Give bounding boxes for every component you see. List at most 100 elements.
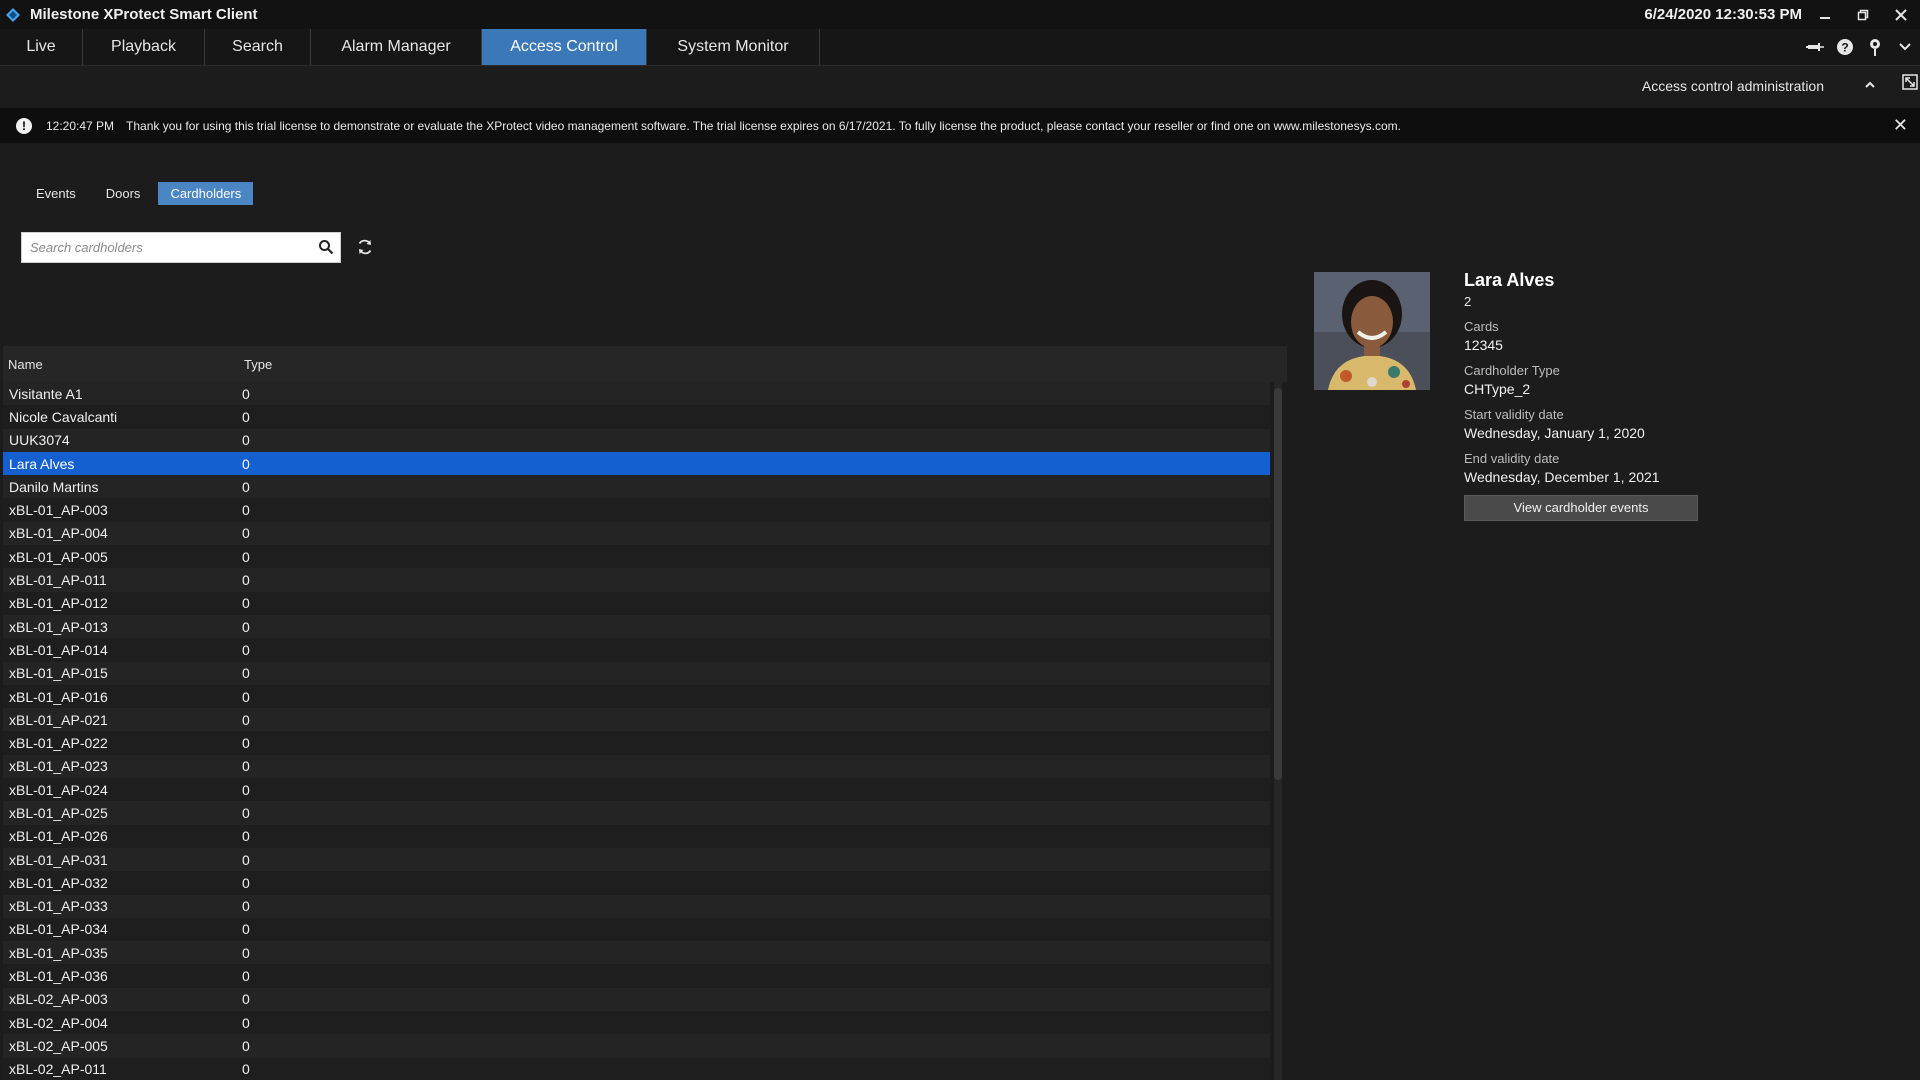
cardholder-photo — [1314, 272, 1430, 390]
cardholder-type-cell: 0 — [242, 804, 250, 821]
end-validity-label: End validity date — [1464, 450, 1560, 466]
cardholder-type-cell: 0 — [242, 1037, 250, 1054]
column-header-type[interactable]: Type — [239, 357, 439, 372]
cardholder-type-cell: 0 — [242, 618, 250, 635]
table-row[interactable]: xBL-01_AP-022 0 — [3, 731, 1270, 755]
cardholder-name-cell: xBL-01_AP-022 — [9, 735, 108, 752]
table-row[interactable]: xBL-01_AP-014 0 — [3, 638, 1270, 662]
cards-label: Cards — [1464, 318, 1499, 334]
cardholder-name-cell: xBL-02_AP-011 — [9, 1061, 107, 1078]
help-icon[interactable]: ? — [1830, 38, 1860, 56]
tab-access-control[interactable]: Access Control — [482, 29, 647, 65]
cardholder-name-cell: xBL-01_AP-021 — [9, 711, 108, 728]
collapse-up-icon[interactable] — [1864, 76, 1876, 92]
table-row[interactable]: xBL-01_AP-012 0 — [3, 591, 1270, 615]
cardholder-type-cell: 0 — [242, 758, 250, 775]
title-bar: Milestone XProtect Smart Client 6/24/202… — [0, 0, 1920, 29]
milestone-logo-icon — [4, 6, 22, 24]
tab-search[interactable]: Search — [205, 29, 311, 65]
location-icon[interactable] — [1860, 38, 1890, 56]
cardholder-name-cell: xBL-01_AP-024 — [9, 781, 108, 798]
tab-events[interactable]: Events — [24, 182, 88, 205]
cardholder-name-cell: xBL-01_AP-004 — [9, 525, 108, 542]
warning-icon: ! — [16, 117, 32, 134]
cardholder-name-cell: xBL-01_AP-023 — [9, 758, 108, 775]
tab-playback[interactable]: Playback — [83, 29, 205, 65]
cardholder-type-cell: 0 — [242, 1014, 250, 1031]
table-header: Name Type — [3, 346, 1287, 382]
cardholder-name-cell: xBL-01_AP-016 — [9, 688, 108, 705]
table-row[interactable]: xBL-02_AP-003 0 — [3, 987, 1270, 1012]
cardholder-type-cell: 0 — [242, 525, 250, 542]
cardholder-type-cell: 0 — [242, 408, 250, 425]
table-row[interactable]: xBL-02_AP-005 0 — [3, 1034, 1270, 1058]
cardholder-type-cell: 0 — [242, 944, 250, 961]
cardholders-table: Name Type Visitante A1 0 Nicole Cavalcanti… — [3, 346, 1287, 1080]
cardholder-type-cell: 0 — [242, 572, 250, 589]
restore-icon[interactable] — [1844, 0, 1882, 29]
cardholder-type-cell: 0 — [242, 781, 250, 798]
minimize-icon[interactable] — [1806, 0, 1844, 29]
cardholder-name-cell: xBL-02_AP-003 — [9, 991, 108, 1008]
chevron-down-icon[interactable] — [1890, 42, 1920, 52]
table-row[interactable]: xBL-01_AP-033 0 — [3, 894, 1270, 918]
clock: 6/24/2020 12:30:53 PM — [1644, 6, 1802, 23]
table-row[interactable]: xBL-01_AP-016 0 — [3, 684, 1270, 709]
table-row[interactable]: xBL-01_AP-005 0 — [3, 545, 1270, 569]
refresh-icon[interactable] — [356, 238, 374, 261]
table-row[interactable]: xBL-01_AP-035 0 — [3, 941, 1270, 965]
column-header-name[interactable]: Name — [3, 357, 239, 372]
table-row[interactable]: xBL-01_AP-021 0 — [3, 708, 1270, 732]
table-scrollbar[interactable] — [1274, 382, 1282, 1080]
cardholder-name-cell: Danilo Martins — [9, 478, 99, 495]
table-row[interactable]: xBL-01_AP-032 0 — [3, 871, 1270, 895]
tab-live[interactable]: Live — [0, 29, 83, 65]
cardholder-name: Lara Alves — [1464, 270, 1555, 290]
cardholder-id: 2 — [1464, 293, 1472, 309]
table-row[interactable]: Danilo Martins 0 — [3, 475, 1270, 499]
table-row[interactable]: xBL-01_AP-036 0 — [3, 964, 1270, 988]
fullscreen-icon[interactable] — [1902, 74, 1918, 93]
table-row[interactable]: Visitante A1 0 — [3, 382, 1270, 406]
table-row[interactable]: xBL-01_AP-011 0 — [3, 568, 1270, 592]
tab-cardholders[interactable]: Cardholders — [158, 182, 254, 205]
cardholder-type-cell: 0 — [242, 595, 250, 612]
scrollbar-thumb[interactable] — [1274, 388, 1282, 780]
table-row[interactable]: xBL-01_AP-031 0 — [3, 847, 1270, 872]
table-row[interactable]: Nicole Cavalcanti 0 — [3, 405, 1270, 429]
table-row[interactable]: xBL-01_AP-025 0 — [3, 801, 1270, 825]
table-row[interactable]: xBL-01_AP-003 0 — [3, 498, 1270, 522]
close-icon[interactable] — [1882, 0, 1920, 29]
table-row[interactable]: xBL-02_AP-011 0 — [3, 1057, 1270, 1080]
table-row[interactable]: xBL-01_AP-026 0 — [3, 824, 1270, 848]
cardholder-type-cell: 0 — [242, 688, 250, 705]
search-input[interactable] — [22, 233, 308, 262]
cardholder-type-cell: 0 — [242, 874, 250, 891]
access-control-administration-link[interactable]: Access control administration — [1642, 78, 1824, 94]
cardholder-type-cell: 0 — [242, 641, 250, 658]
cardholder-info: Lara Alves 2 Cards 12345 Cardholder Type… — [1464, 270, 1698, 521]
tab-doors[interactable]: Doors — [94, 182, 153, 205]
table-row[interactable]: xBL-01_AP-015 0 — [3, 661, 1270, 685]
table-row[interactable]: UUK3074 0 — [3, 428, 1270, 452]
table-body: Visitante A1 0 Nicole Cavalcanti 0 UUK3074 0 L… — [3, 382, 1270, 1080]
tab-alarm-manager[interactable]: Alarm Manager — [311, 29, 482, 65]
cardholder-name-cell: xBL-01_AP-015 — [9, 665, 108, 682]
table-row[interactable]: Lara Alves 0 — [3, 451, 1270, 476]
view-cardholder-events-button[interactable]: View cardholder events — [1464, 494, 1698, 521]
table-row[interactable]: xBL-02_AP-004 0 — [3, 1011, 1270, 1035]
table-row[interactable]: xBL-01_AP-034 0 — [3, 917, 1270, 942]
table-row[interactable]: xBL-01_AP-013 0 — [3, 614, 1270, 639]
cardholder-type-cell: 0 — [242, 432, 250, 449]
tab-system-monitor[interactable]: System Monitor — [647, 29, 820, 65]
svg-text:?: ? — [1841, 41, 1848, 55]
table-row[interactable]: xBL-01_AP-004 0 — [3, 521, 1270, 546]
cardholder-detail-panel: Lara Alves 2 Cards 12345 Cardholder Type… — [1314, 270, 1894, 530]
close-notice-icon[interactable]: ✕ — [1893, 115, 1908, 136]
search-icon[interactable] — [318, 239, 334, 260]
table-row[interactable]: xBL-01_AP-023 0 — [3, 754, 1270, 779]
pin-icon[interactable] — [1800, 40, 1830, 54]
cardholder-type-cell: 0 — [242, 711, 250, 728]
table-row[interactable]: xBL-01_AP-024 0 — [3, 778, 1270, 802]
cardholder-name-cell: xBL-02_AP-004 — [9, 1014, 108, 1031]
